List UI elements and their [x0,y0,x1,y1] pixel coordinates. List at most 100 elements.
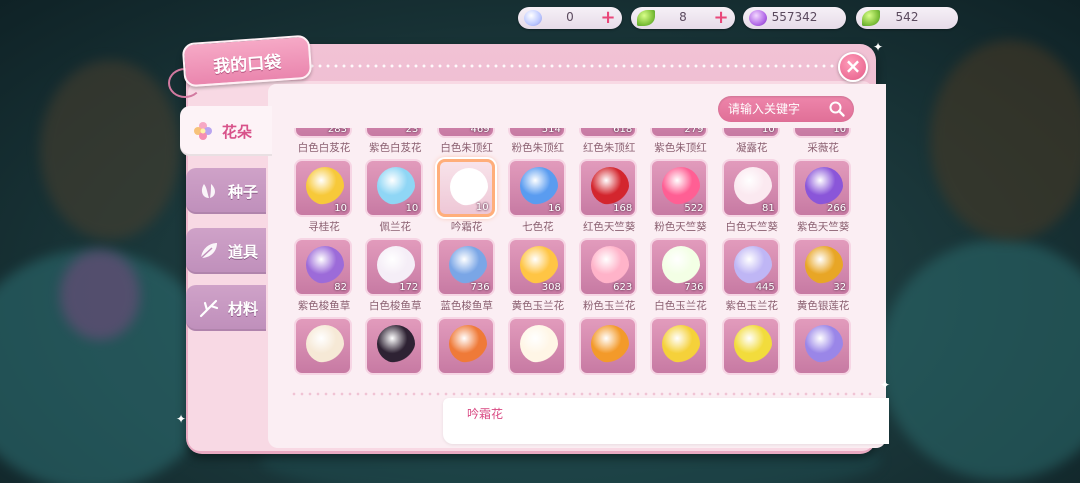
item-cell[interactable] [433,317,497,379]
item-cell[interactable]: 736 蓝色梭鱼草 [433,238,497,312]
item-name: 黄色银莲花 [796,300,850,312]
item-slot[interactable] [721,317,780,375]
item-slot[interactable] [294,317,352,375]
item-cell[interactable]: 81 白色天竺葵 [718,159,782,233]
item-slot[interactable] [579,317,638,375]
tab-tools[interactable]: 道具 [186,228,266,274]
tab-seeds[interactable]: 种子 [186,168,266,214]
item-cell[interactable] [718,317,782,379]
item-cell[interactable]: 10 采薇花 [789,128,853,154]
item-slot[interactable] [650,317,709,375]
item-slot[interactable]: 522 [650,159,709,217]
item-cell[interactable] [361,317,425,379]
tab-label: 道具 [228,242,259,261]
item-slot[interactable]: 445 [721,238,780,296]
item-cell[interactable] [789,317,853,379]
item-slot[interactable]: 10 [294,159,352,217]
item-count: 10 [475,202,489,213]
item-slot[interactable] [507,317,566,375]
flower-image-icon [448,325,487,363]
item-slot[interactable] [365,317,424,375]
tab-label: 材料 [228,299,259,318]
item-cell[interactable]: 10 寻桂花 [290,159,354,233]
item-slot[interactable]: 10 [365,159,424,217]
flower-image-icon [449,168,488,206]
item-slot[interactable]: 81 [721,159,780,217]
item-cell[interactable] [646,317,710,379]
flower-image-icon [306,246,344,284]
flower-image-icon [733,167,772,205]
item-cell[interactable]: 82 紫色梭鱼草 [290,238,354,312]
item-cell[interactable]: 623 粉色玉兰花 [575,238,639,312]
item-cell[interactable] [290,317,354,379]
item-slot[interactable]: 279 [650,128,709,138]
item-slot[interactable]: 308 [507,238,566,296]
item-cell[interactable]: 283 白色白芨花 [290,128,354,154]
item-slot[interactable]: 10 [436,159,495,217]
item-count: 10 [334,203,347,214]
item-slot[interactable]: 10 [793,128,852,138]
item-cell[interactable]: 618 红色朱顶红 [575,128,639,154]
item-slot[interactable]: 623 [579,238,638,296]
item-count: 522 [684,203,704,214]
search-input[interactable] [728,100,824,118]
close-button[interactable]: × [838,52,868,82]
item-slot[interactable]: 32 [793,238,852,296]
flower-image-icon [448,246,487,284]
item-count: 10 [762,128,775,135]
flower-image-icon [519,325,558,363]
sparkle-icon: ✦ [880,378,891,392]
flower-image-icon [591,246,630,284]
item-slot[interactable]: 514 [507,128,566,138]
item-cell[interactable]: 16 七色花 [504,159,568,233]
item-cell[interactable]: 10 凝露花 [718,128,782,154]
item-slot[interactable]: 736 [650,238,709,296]
item-cell[interactable] [575,317,639,379]
item-slot[interactable]: 23 [365,128,424,138]
item-cell[interactable]: 266 紫色天竺葵 [789,159,853,233]
item-cell[interactable]: 308 黄色玉兰花 [504,238,568,312]
item-slot[interactable]: 172 [365,238,424,296]
item-count: 618 [613,128,633,135]
item-grid: 283 白色白芨花 23 紫色白芨花 469 白色朱顶红 514 粉色朱顶红 618 红色朱顶红 2… [290,128,853,379]
item-cell[interactable]: 10 吟霜花 [433,159,497,233]
add-gems-button[interactable]: + [599,9,617,27]
item-slot[interactable]: 618 [579,128,638,138]
item-slot[interactable]: 16 [507,159,566,217]
item-cell[interactable]: 514 粉色朱顶红 [504,128,568,154]
add-leaves-button[interactable]: + [712,9,730,27]
flower-image-icon [805,246,844,284]
item-name: 紫色天竺葵 [796,221,850,233]
item-name: 紫色白芨花 [369,142,422,154]
tab-flowers[interactable]: 花朵 [180,106,272,156]
item-cell[interactable]: 445 紫色玉兰花 [718,238,782,312]
item-cell[interactable]: 469 白色朱顶红 [433,128,497,154]
item-cell[interactable]: 32 黄色银莲花 [789,238,853,312]
item-slot[interactable]: 283 [294,128,352,138]
search-box[interactable] [718,96,854,122]
item-cell[interactable]: 522 粉色天竺葵 [646,159,710,233]
item-cell[interactable]: 10 佩兰花 [361,159,425,233]
item-cell[interactable]: 23 紫色白芨花 [361,128,425,154]
page-title: 我的口袋 [212,52,282,78]
item-name: 蓝色梭鱼草 [440,300,493,312]
item-slot[interactable] [793,317,852,375]
item-cell[interactable] [504,317,568,379]
item-slot[interactable]: 736 [436,238,495,296]
item-slot[interactable]: 10 [721,128,780,138]
item-slot[interactable]: 168 [579,159,638,217]
item-grid-viewport[interactable]: 283 白色白芨花 23 紫色白芨花 469 白色朱顶红 514 粉色朱顶红 618 红色朱顶红 2… [290,128,866,384]
item-slot[interactable] [436,317,495,375]
item-name: 粉色天竺葵 [654,221,707,233]
tab-materials[interactable]: 材料 [186,285,266,331]
search-icon[interactable] [828,100,846,118]
item-slot[interactable]: 266 [793,159,852,217]
item-slot[interactable]: 82 [294,238,352,296]
item-cell[interactable]: 279 紫色朱顶红 [646,128,710,154]
item-cell[interactable]: 168 红色天竺葵 [575,159,639,233]
item-cell[interactable]: 172 白色梭鱼草 [361,238,425,312]
item-slot[interactable]: 469 [436,128,495,138]
item-description: 吟霜花 [443,398,889,444]
item-name: 粉色朱顶红 [511,142,565,154]
item-cell[interactable]: 736 白色玉兰花 [646,238,710,312]
